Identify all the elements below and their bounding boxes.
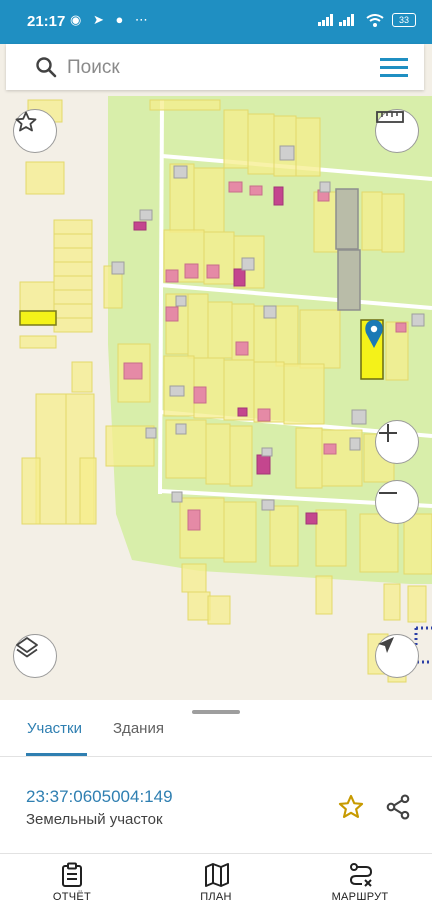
nav-plan-label: ПЛАН: [200, 891, 232, 903]
map-plan-icon: [205, 863, 229, 887]
zoom-out-button[interactable]: [375, 480, 419, 524]
report-icon: [62, 862, 82, 887]
search-input[interactable]: Поиск: [67, 57, 120, 79]
tab-divider: [0, 756, 432, 757]
navigation-arrow-icon: [378, 637, 394, 653]
status-time: 21:17: [27, 13, 66, 30]
plus-icon: [379, 424, 397, 442]
wifi-icon: [366, 13, 384, 27]
status-bar: 21:17 ◉ ➤ ● ⋯ 33: [0, 0, 432, 44]
bottom-navigation: ОТЧЁТ ПЛАН МАРШРУТ: [0, 854, 432, 910]
search-icon: [36, 57, 57, 78]
favorites-button[interactable]: [13, 109, 57, 153]
search-bar[interactable]: Поиск: [6, 44, 424, 90]
my-location-button[interactable]: [375, 634, 419, 678]
sheet-drag-handle[interactable]: [192, 710, 240, 714]
zoom-in-button[interactable]: [375, 420, 419, 464]
nav-route[interactable]: МАРШРУТ: [300, 854, 420, 910]
ruler-icon: [376, 111, 404, 123]
system-indicators: 33: [318, 13, 416, 27]
notification-icons: ◉ ➤ ● ⋯: [70, 12, 152, 27]
tab-buildings[interactable]: Здания: [113, 720, 164, 737]
signal-icon: [318, 14, 354, 26]
layers-icon: [16, 637, 38, 658]
layers-button[interactable]: [13, 634, 57, 678]
star-outline-icon: [15, 111, 37, 132]
cadastral-map: [0, 96, 432, 683]
battery-icon: 33: [392, 13, 416, 27]
bottom-sheet: Участки Здания 23:37:0605004:149 Земельн…: [0, 700, 432, 854]
cadastral-number[interactable]: 23:37:0605004:149: [26, 787, 173, 807]
nav-route-label: МАРШРУТ: [331, 891, 389, 903]
share-icon[interactable]: [384, 793, 412, 821]
highlighted-parcel: [19, 310, 57, 326]
nav-plan[interactable]: ПЛАН: [156, 854, 276, 910]
parcel-type: Земельный участок: [26, 811, 163, 828]
ruler-button[interactable]: [375, 109, 419, 153]
nav-report[interactable]: ОТЧЁТ: [12, 854, 132, 910]
tab-parcels[interactable]: Участки: [27, 720, 82, 737]
map-view[interactable]: [0, 44, 432, 700]
hamburger-menu-icon[interactable]: [380, 56, 408, 78]
map-grey-parcels: [335, 188, 361, 311]
route-icon: [349, 863, 373, 887]
minus-icon: [379, 492, 397, 494]
nav-report-label: ОТЧЁТ: [52, 891, 92, 903]
favorite-star-icon[interactable]: [337, 793, 365, 821]
